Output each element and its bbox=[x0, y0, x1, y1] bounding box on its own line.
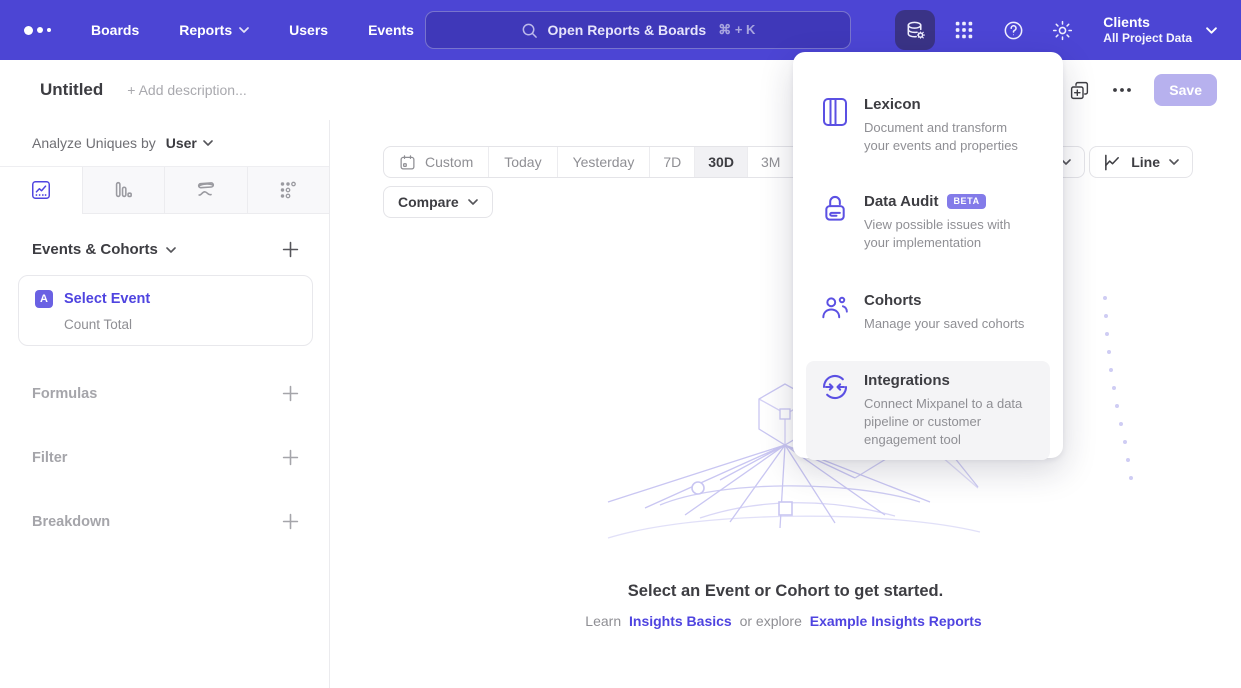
settings-button[interactable] bbox=[1042, 10, 1082, 50]
add-filter-button[interactable] bbox=[282, 449, 299, 466]
example-insights-reports-link[interactable]: Example Insights Reports bbox=[810, 613, 982, 629]
flow-tab-icon bbox=[195, 179, 217, 201]
insights-basics-link[interactable]: Insights Basics bbox=[629, 613, 732, 629]
apps-grid-icon bbox=[953, 19, 975, 41]
org-name: Clients bbox=[1103, 14, 1192, 32]
menu-item-data-audit[interactable]: Data Audit BETA View possible issues wit… bbox=[806, 182, 1050, 263]
apps-grid-button[interactable] bbox=[944, 10, 984, 50]
chevron-down-icon bbox=[468, 199, 478, 205]
plus-icon bbox=[282, 449, 299, 466]
nav-users[interactable]: Users bbox=[289, 22, 328, 38]
chevron-down-icon bbox=[1169, 159, 1179, 165]
lexicon-book-icon bbox=[822, 97, 848, 127]
project-switcher[interactable]: Clients All Project Data bbox=[1103, 14, 1217, 47]
nav-reports[interactable]: Reports bbox=[179, 22, 249, 38]
chart-type-dropdown[interactable]: Line bbox=[1089, 146, 1193, 178]
database-gear-icon bbox=[904, 19, 927, 42]
data-audit-icon bbox=[822, 194, 849, 224]
calendar-icon bbox=[399, 154, 416, 171]
duplicate-icon bbox=[1069, 80, 1090, 101]
help-button[interactable] bbox=[993, 10, 1033, 50]
save-button[interactable]: Save bbox=[1154, 74, 1217, 106]
breakdown-header: Breakdown bbox=[32, 514, 110, 530]
analyze-value-dropdown[interactable]: User bbox=[166, 135, 213, 151]
chart-type-tabs bbox=[0, 166, 329, 214]
events-cohorts-header[interactable]: Events & Cohorts bbox=[32, 241, 176, 258]
chevron-down-icon bbox=[166, 247, 176, 253]
empty-state-hint: Learn Insights Basics or explore Example… bbox=[330, 613, 1241, 629]
filter-header: Filter bbox=[32, 450, 67, 466]
tab-insights-line[interactable] bbox=[0, 167, 82, 214]
count-type-dropdown[interactable]: Count Total bbox=[64, 317, 296, 332]
add-event-button[interactable] bbox=[282, 241, 299, 258]
analyze-label: Analyze Uniques by bbox=[32, 135, 156, 151]
compare-dropdown[interactable]: Compare bbox=[383, 186, 493, 218]
date-range-custom[interactable]: Custom bbox=[384, 147, 488, 177]
series-badge: A bbox=[35, 290, 53, 308]
report-title[interactable]: Untitled bbox=[40, 80, 103, 100]
cohorts-users-icon bbox=[821, 293, 849, 321]
chevron-down-icon bbox=[1206, 27, 1217, 34]
report-canvas: Custom Today Yesterday 7D 30D 3M 6M Comp… bbox=[330, 120, 1241, 688]
global-search-input[interactable]: Open Reports & Boards ⌘ + K bbox=[425, 11, 851, 49]
plus-icon bbox=[282, 385, 299, 402]
add-breakdown-button[interactable] bbox=[282, 513, 299, 530]
date-range-yesterday[interactable]: Yesterday bbox=[557, 147, 650, 177]
query-builder-sidebar: Analyze Uniques by User bbox=[0, 120, 330, 688]
tab-flow[interactable] bbox=[164, 167, 247, 214]
integrations-sync-icon bbox=[821, 373, 849, 401]
beta-badge: BETA bbox=[947, 194, 985, 209]
top-navbar: Boards Reports Users Events Open Reports… bbox=[0, 0, 1241, 60]
event-card[interactable]: A Select Event Count Total bbox=[18, 275, 313, 346]
select-event-button[interactable]: Select Event bbox=[64, 291, 150, 307]
date-range-7d[interactable]: 7D bbox=[649, 147, 694, 177]
data-management-button[interactable] bbox=[895, 10, 935, 50]
menu-item-integrations[interactable]: Integrations Connect Mixpanel to a data … bbox=[806, 361, 1050, 460]
settings-gear-icon bbox=[1051, 19, 1074, 42]
menu-item-cohorts[interactable]: Cohorts Manage your saved cohorts bbox=[806, 281, 1050, 344]
mixpanel-logo-icon[interactable] bbox=[24, 26, 51, 35]
date-range-30d[interactable]: 30D bbox=[694, 147, 747, 177]
tab-retention-grid[interactable] bbox=[247, 167, 330, 214]
more-options-button[interactable] bbox=[1112, 87, 1132, 93]
tab-bar-chart[interactable] bbox=[82, 167, 165, 214]
search-icon bbox=[521, 22, 538, 39]
bar-chart-tab-icon bbox=[112, 179, 134, 201]
search-shortcut: ⌘ + K bbox=[718, 22, 755, 38]
menu-item-lexicon[interactable]: Lexicon Document and transform your even… bbox=[806, 85, 1050, 166]
date-range-today[interactable]: Today bbox=[488, 147, 556, 177]
duplicate-button[interactable] bbox=[1069, 80, 1090, 101]
menu-item-description: View possible issues with your implement… bbox=[864, 216, 1035, 252]
line-chart-tab-icon bbox=[30, 179, 52, 201]
nav-boards[interactable]: Boards bbox=[91, 22, 139, 38]
plus-icon bbox=[282, 241, 299, 258]
project-name: All Project Data bbox=[1103, 31, 1192, 46]
help-icon bbox=[1002, 19, 1025, 42]
empty-state-title: Select an Event or Cohort to get started… bbox=[330, 582, 1241, 601]
plus-icon bbox=[282, 513, 299, 530]
add-formula-button[interactable] bbox=[282, 385, 299, 402]
menu-item-title: Cohorts bbox=[864, 292, 922, 309]
search-placeholder: Open Reports & Boards bbox=[548, 22, 707, 38]
nav-events[interactable]: Events bbox=[368, 22, 414, 38]
chevron-down-icon bbox=[203, 140, 213, 146]
line-chart-icon bbox=[1103, 153, 1122, 172]
menu-item-description: Document and transform your events and p… bbox=[864, 119, 1035, 155]
chevron-down-icon bbox=[239, 27, 249, 33]
data-management-menu: Lexicon Document and transform your even… bbox=[793, 52, 1063, 458]
menu-item-title: Integrations bbox=[864, 372, 950, 389]
date-range-3m[interactable]: 3M bbox=[747, 147, 793, 177]
dots-grid-tab-icon bbox=[277, 179, 299, 201]
menu-item-description: Manage your saved cohorts bbox=[864, 315, 1024, 333]
menu-item-title: Lexicon bbox=[864, 96, 921, 113]
add-description-field[interactable]: + Add description... bbox=[127, 82, 246, 98]
formulas-header: Formulas bbox=[32, 386, 97, 402]
menu-item-description: Connect Mixpanel to a data pipeline or c… bbox=[864, 395, 1035, 449]
ellipsis-icon bbox=[1112, 87, 1132, 93]
menu-item-title: Data Audit bbox=[864, 193, 938, 210]
